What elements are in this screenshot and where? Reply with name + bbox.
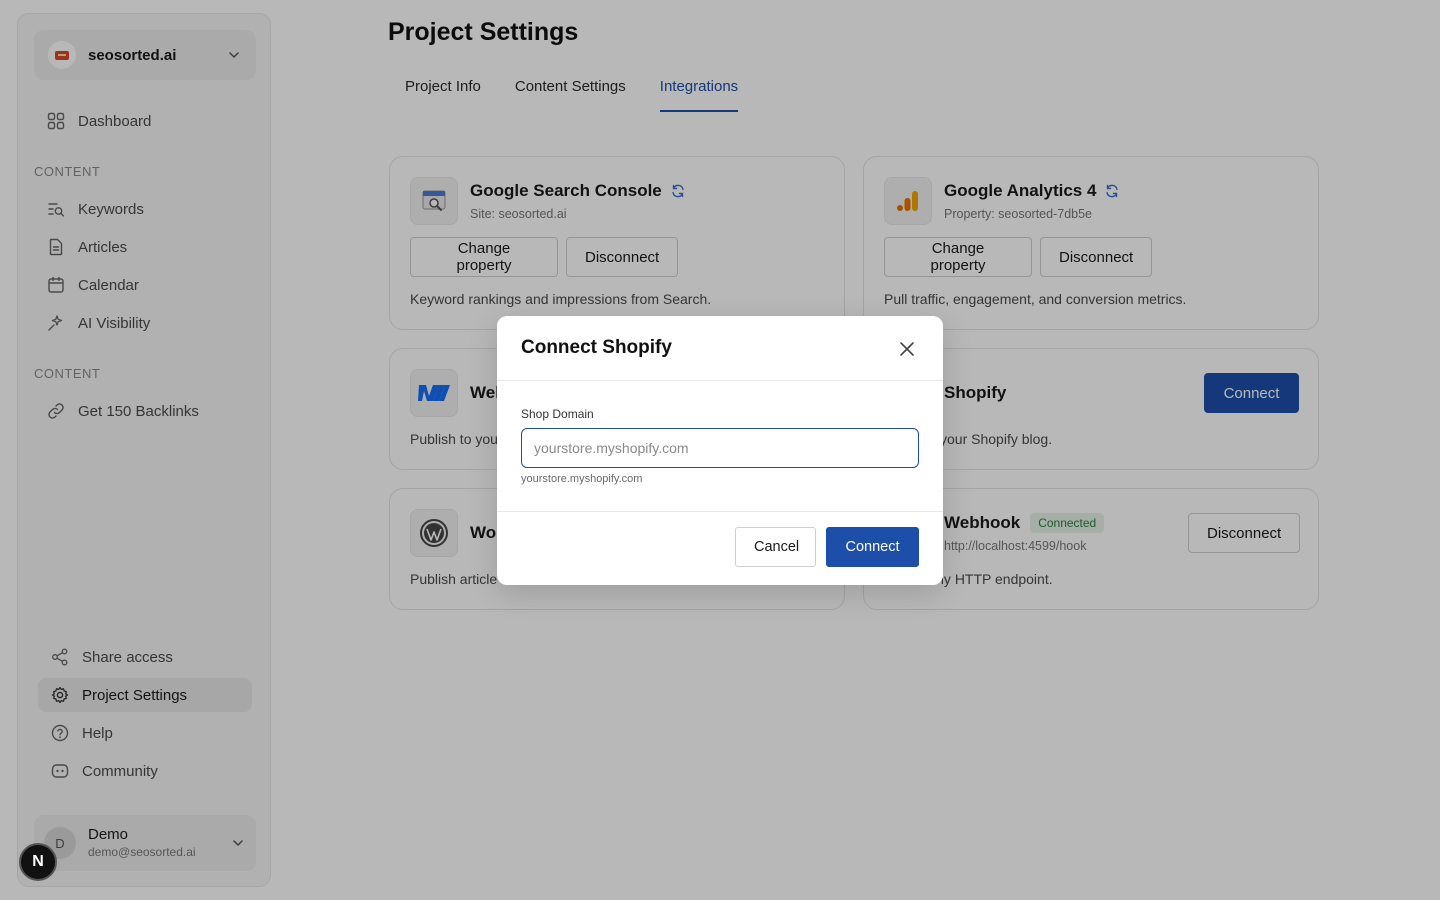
connect-shopify-dialog: Connect Shopify Shop Domain yourstore.my… bbox=[497, 316, 943, 585]
dev-badge[interactable]: N bbox=[19, 843, 57, 881]
shop-domain-label: Shop Domain bbox=[521, 407, 594, 421]
cancel-button[interactable]: Cancel bbox=[735, 527, 816, 567]
shop-domain-hint: yourstore.myshopify.com bbox=[521, 473, 643, 485]
dialog-title: Connect Shopify bbox=[521, 337, 672, 358]
shop-domain-input[interactable] bbox=[521, 428, 919, 468]
connect-button[interactable]: Connect bbox=[826, 527, 919, 567]
close-icon[interactable] bbox=[895, 337, 919, 361]
